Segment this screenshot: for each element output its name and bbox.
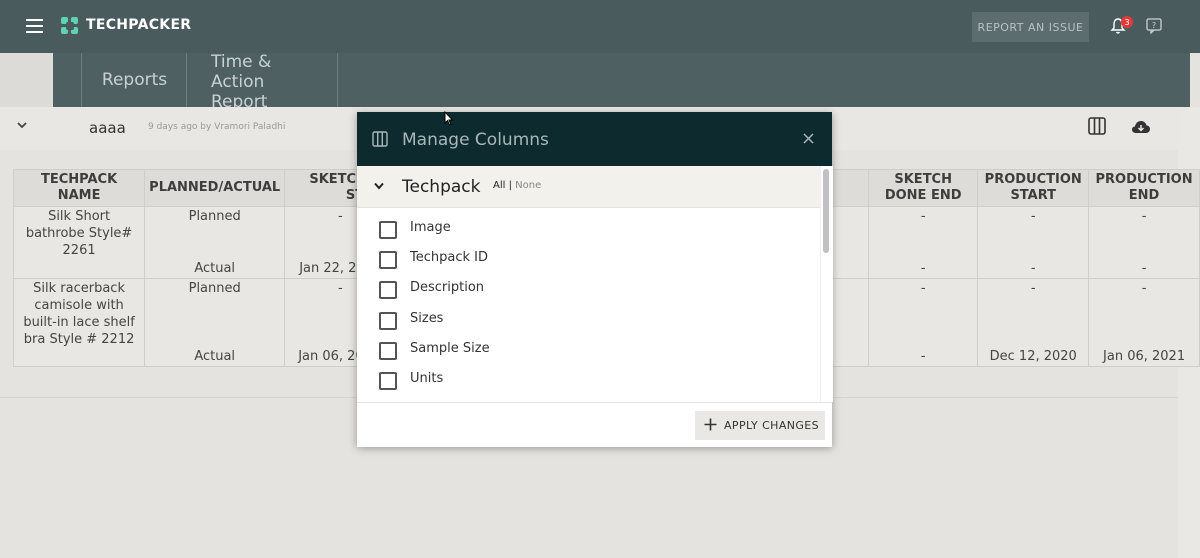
group-title: Techpack (402, 177, 481, 197)
app-name: TECHPACKER (86, 17, 192, 33)
logo-icon (61, 17, 79, 35)
table-header[interactable]: PRODUCTION START (977, 169, 1090, 207)
cell-value: - (920, 209, 926, 224)
tab-reports[interactable]: Reports (81, 53, 187, 107)
column-option-sizes[interactable]: Sizes (379, 310, 799, 330)
production-start-cell: - Dec 12, 2020 (977, 278, 1090, 367)
mouse-cursor (444, 111, 454, 126)
columns-icon[interactable] (1088, 117, 1106, 135)
cell-value: Dec 12, 2020 (989, 349, 1077, 364)
plus-icon (704, 418, 717, 431)
select-none-link[interactable]: None (515, 180, 541, 191)
report-name: aaaa (89, 119, 126, 137)
column-option-techpack-id[interactable]: Techpack ID (379, 249, 799, 269)
report-issue-button[interactable]: REPORT AN ISSUE (972, 12, 1089, 42)
checkbox[interactable] (379, 372, 397, 390)
select-all-link[interactable]: All (493, 180, 505, 191)
production-start-cell: - - (977, 206, 1090, 279)
cell-value: - (1030, 281, 1036, 296)
cell-value: - (1030, 209, 1036, 224)
column-option-description[interactable]: Description (379, 279, 799, 299)
actual-label: Actual (194, 261, 236, 276)
cell-value: - (920, 349, 926, 364)
checkbox[interactable] (379, 251, 397, 269)
chevron-down-icon[interactable] (17, 120, 27, 130)
scrollbar-thumb[interactable] (823, 169, 829, 253)
cell-value: - (1141, 281, 1147, 296)
cell-value: - (1141, 209, 1147, 224)
close-icon[interactable] (803, 133, 814, 144)
column-option-image[interactable]: Image (379, 219, 799, 239)
chevron-down-icon[interactable] (374, 182, 384, 190)
cell-value: Jan 22, 20 (299, 261, 365, 276)
option-label: Description (410, 280, 485, 295)
table-header[interactable]: TECHPACK NAME (12, 169, 146, 207)
option-label: Units (410, 371, 444, 386)
planned-actual-cell: Planned Actual (144, 206, 286, 279)
techpack-name-cell[interactable]: Silk racerback camisole with built-in la… (12, 278, 146, 367)
planned-label: Planned (188, 209, 241, 224)
checkbox[interactable] (379, 221, 397, 239)
table-header[interactable]: PRODUCTION END (1088, 169, 1200, 207)
planned-actual-cell: Planned Actual (144, 278, 286, 367)
planned-label: Planned (188, 281, 241, 296)
help-icon[interactable]: ? (1146, 18, 1162, 34)
cell-value: - (1030, 261, 1036, 276)
production-end-cell: - Jan 06, 2021 (1088, 278, 1200, 367)
separator: | (508, 180, 512, 191)
option-label: Image (410, 220, 451, 235)
cloud-download-icon[interactable] (1131, 119, 1151, 135)
modal-header: Manage Columns (357, 112, 832, 166)
table-header[interactable]: SKETCH DONE END (868, 169, 979, 207)
svg-text:?: ? (1152, 21, 1156, 30)
cell-value: - (920, 261, 926, 276)
checkbox[interactable] (379, 312, 397, 330)
checkbox[interactable] (379, 281, 397, 299)
select-all-none: All | None (493, 180, 541, 191)
tab-reports-label: Reports (101, 70, 168, 90)
column-option-sample-size[interactable]: Sample Size (379, 340, 799, 360)
cell-value: Jan 06, 2021 (1103, 349, 1186, 364)
tab-tna-label: Time & Action Report (211, 52, 272, 112)
modal-footer: APPLY CHANGES (357, 402, 832, 447)
techpack-name-cell[interactable]: Silk Short bathrobe Style# 2261 (12, 206, 146, 279)
cell-value: - (1141, 261, 1147, 276)
table-header[interactable]: PLANNED/ACTUAL (144, 169, 286, 207)
sketch-done-cell: - - (868, 278, 979, 367)
cell-value: Jan 06, 20 (298, 349, 364, 364)
production-end-cell: - - (1088, 206, 1200, 279)
actual-label: Actual (194, 349, 236, 364)
manage-columns-modal: Manage Columns Techpack All | None Image… (357, 112, 833, 447)
option-label: Techpack ID (410, 250, 488, 265)
group-header-techpack[interactable]: Techpack All | None (357, 166, 820, 208)
option-label: Sizes (410, 311, 444, 326)
report-meta: 9 days ago by Vramori Paladhi (148, 122, 286, 132)
cell-value: - (920, 281, 926, 296)
option-label: Sample Size (410, 341, 490, 356)
apply-changes-button[interactable]: APPLY CHANGES (695, 411, 825, 440)
tab-time-action-report[interactable]: Time & Action Report (186, 52, 338, 112)
checkbox[interactable] (379, 342, 397, 360)
column-option-units[interactable]: Units (379, 370, 799, 390)
tab-strip-gap (0, 53, 53, 107)
columns-icon (372, 131, 388, 147)
menu-icon[interactable] (26, 19, 43, 33)
apply-label: APPLY CHANGES (724, 419, 820, 432)
sketch-done-cell: - - (868, 206, 979, 279)
modal-title: Manage Columns (402, 130, 549, 150)
notification-badge: 3 (1121, 16, 1133, 28)
